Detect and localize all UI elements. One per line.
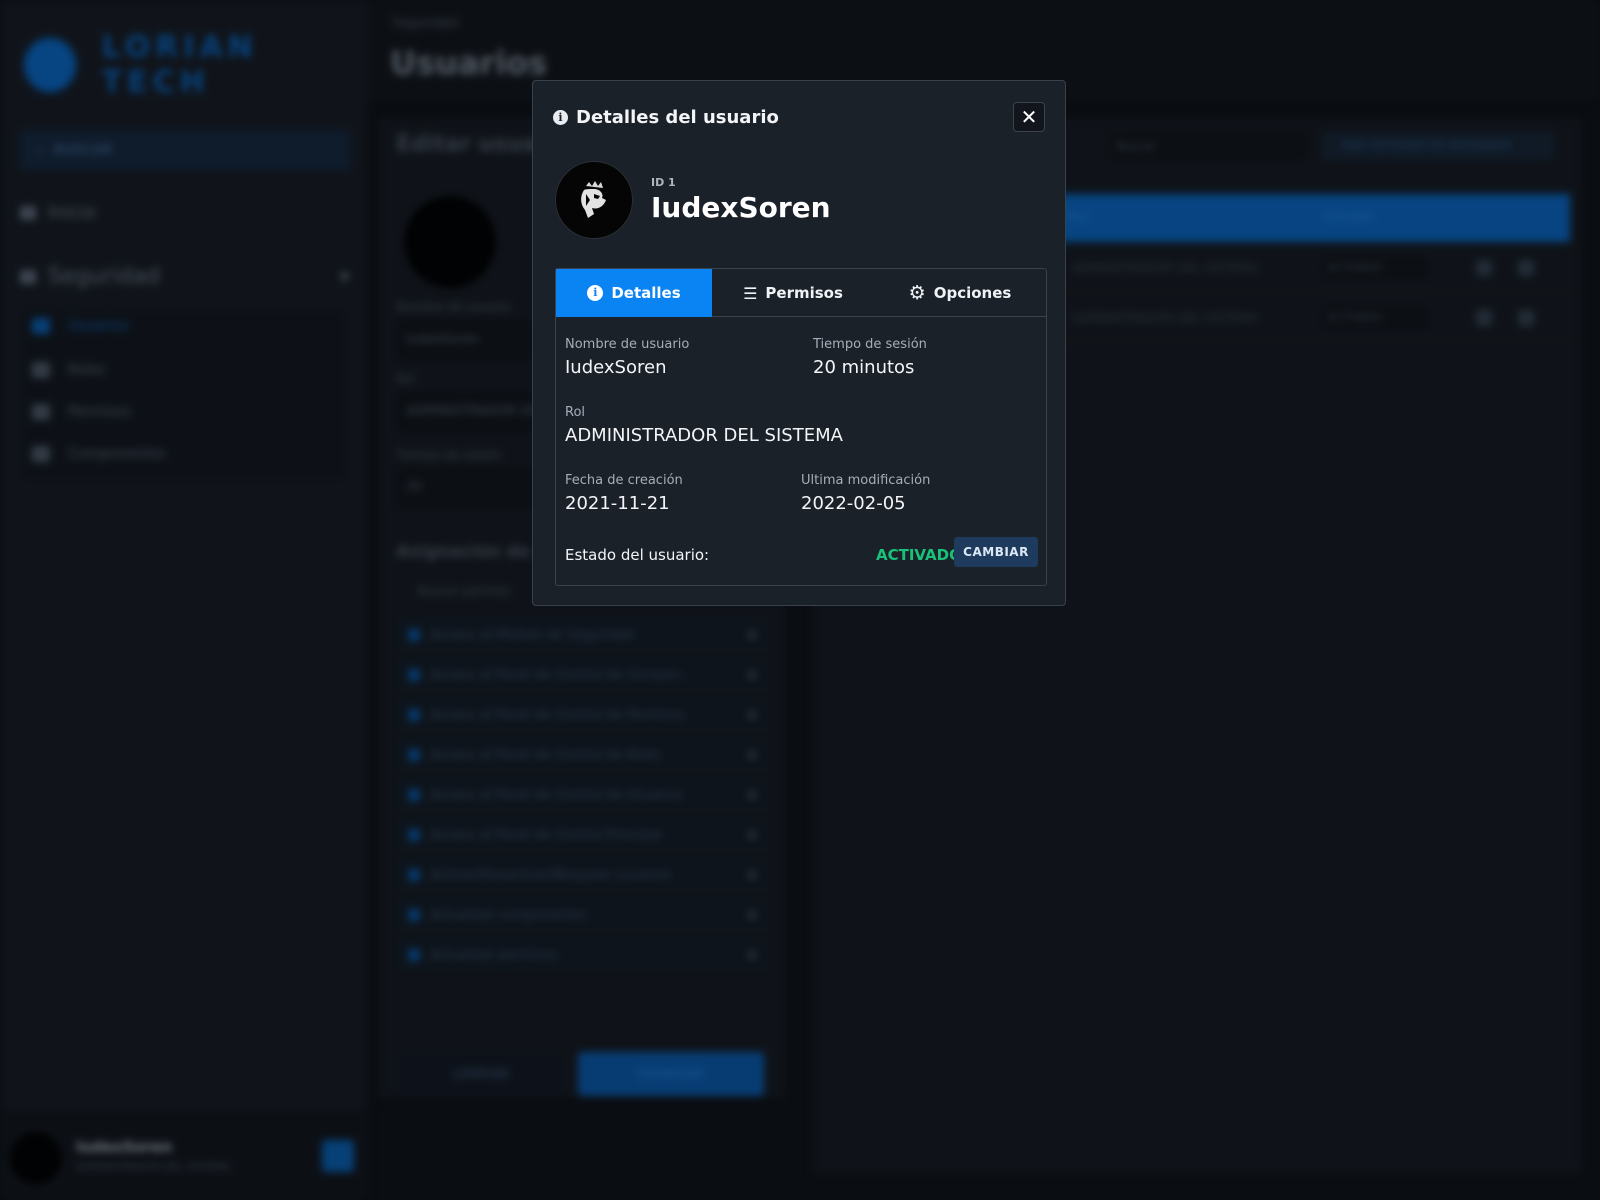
tab-opciones[interactable]: ⚙ Opciones	[874, 269, 1046, 317]
created-date-label: Fecha de creación	[565, 473, 683, 488]
session-time-label: Tiempo de sesión	[813, 337, 927, 352]
created-date-value: 2021-11-21	[565, 493, 670, 514]
user-id-label: ID 1	[651, 176, 676, 189]
user-name-heading: IudexSoren	[651, 191, 831, 224]
info-icon: i	[553, 110, 568, 125]
tab-permisos[interactable]: ☰ Permisos	[712, 269, 874, 317]
user-details-modal: i Detalles del usuario ✕ ID 1 IudexSoren…	[532, 80, 1066, 606]
info-icon: i	[587, 285, 604, 301]
tab-detalles[interactable]: i Detalles	[556, 269, 712, 317]
list-icon: ☰	[743, 283, 758, 303]
lion-avatar-icon	[581, 181, 606, 218]
gear-icon: ⚙	[908, 282, 926, 304]
change-status-button[interactable]: CAMBIAR	[954, 537, 1038, 567]
tab-label: Opciones	[933, 284, 1012, 302]
tab-label: Detalles	[611, 284, 681, 302]
rol-value: ADMINISTRADOR DEL SISTEMA	[565, 425, 843, 446]
tab-bar: i Detalles ☰ Permisos ⚙ Opciones	[556, 269, 1046, 317]
details-card: i Detalles ☰ Permisos ⚙ Opciones Nombre …	[555, 268, 1047, 586]
avatar	[555, 161, 633, 239]
status-badge: ACTIVADO	[876, 546, 962, 564]
modified-date-value: 2022-02-05	[801, 493, 906, 514]
tab-label: Permisos	[765, 284, 843, 302]
user-status-label: Estado del usuario:	[565, 546, 710, 564]
session-time-value: 20 minutos	[813, 357, 915, 378]
modal-title: Detalles del usuario	[576, 107, 779, 128]
close-button[interactable]: ✕	[1013, 102, 1045, 132]
rol-label: Rol	[565, 405, 586, 420]
username-label: Nombre de usuario	[565, 337, 690, 352]
modified-date-label: Ultima modificación	[801, 473, 931, 488]
modal-header: i Detalles del usuario	[553, 107, 779, 128]
username-value: IudexSoren	[565, 357, 667, 378]
